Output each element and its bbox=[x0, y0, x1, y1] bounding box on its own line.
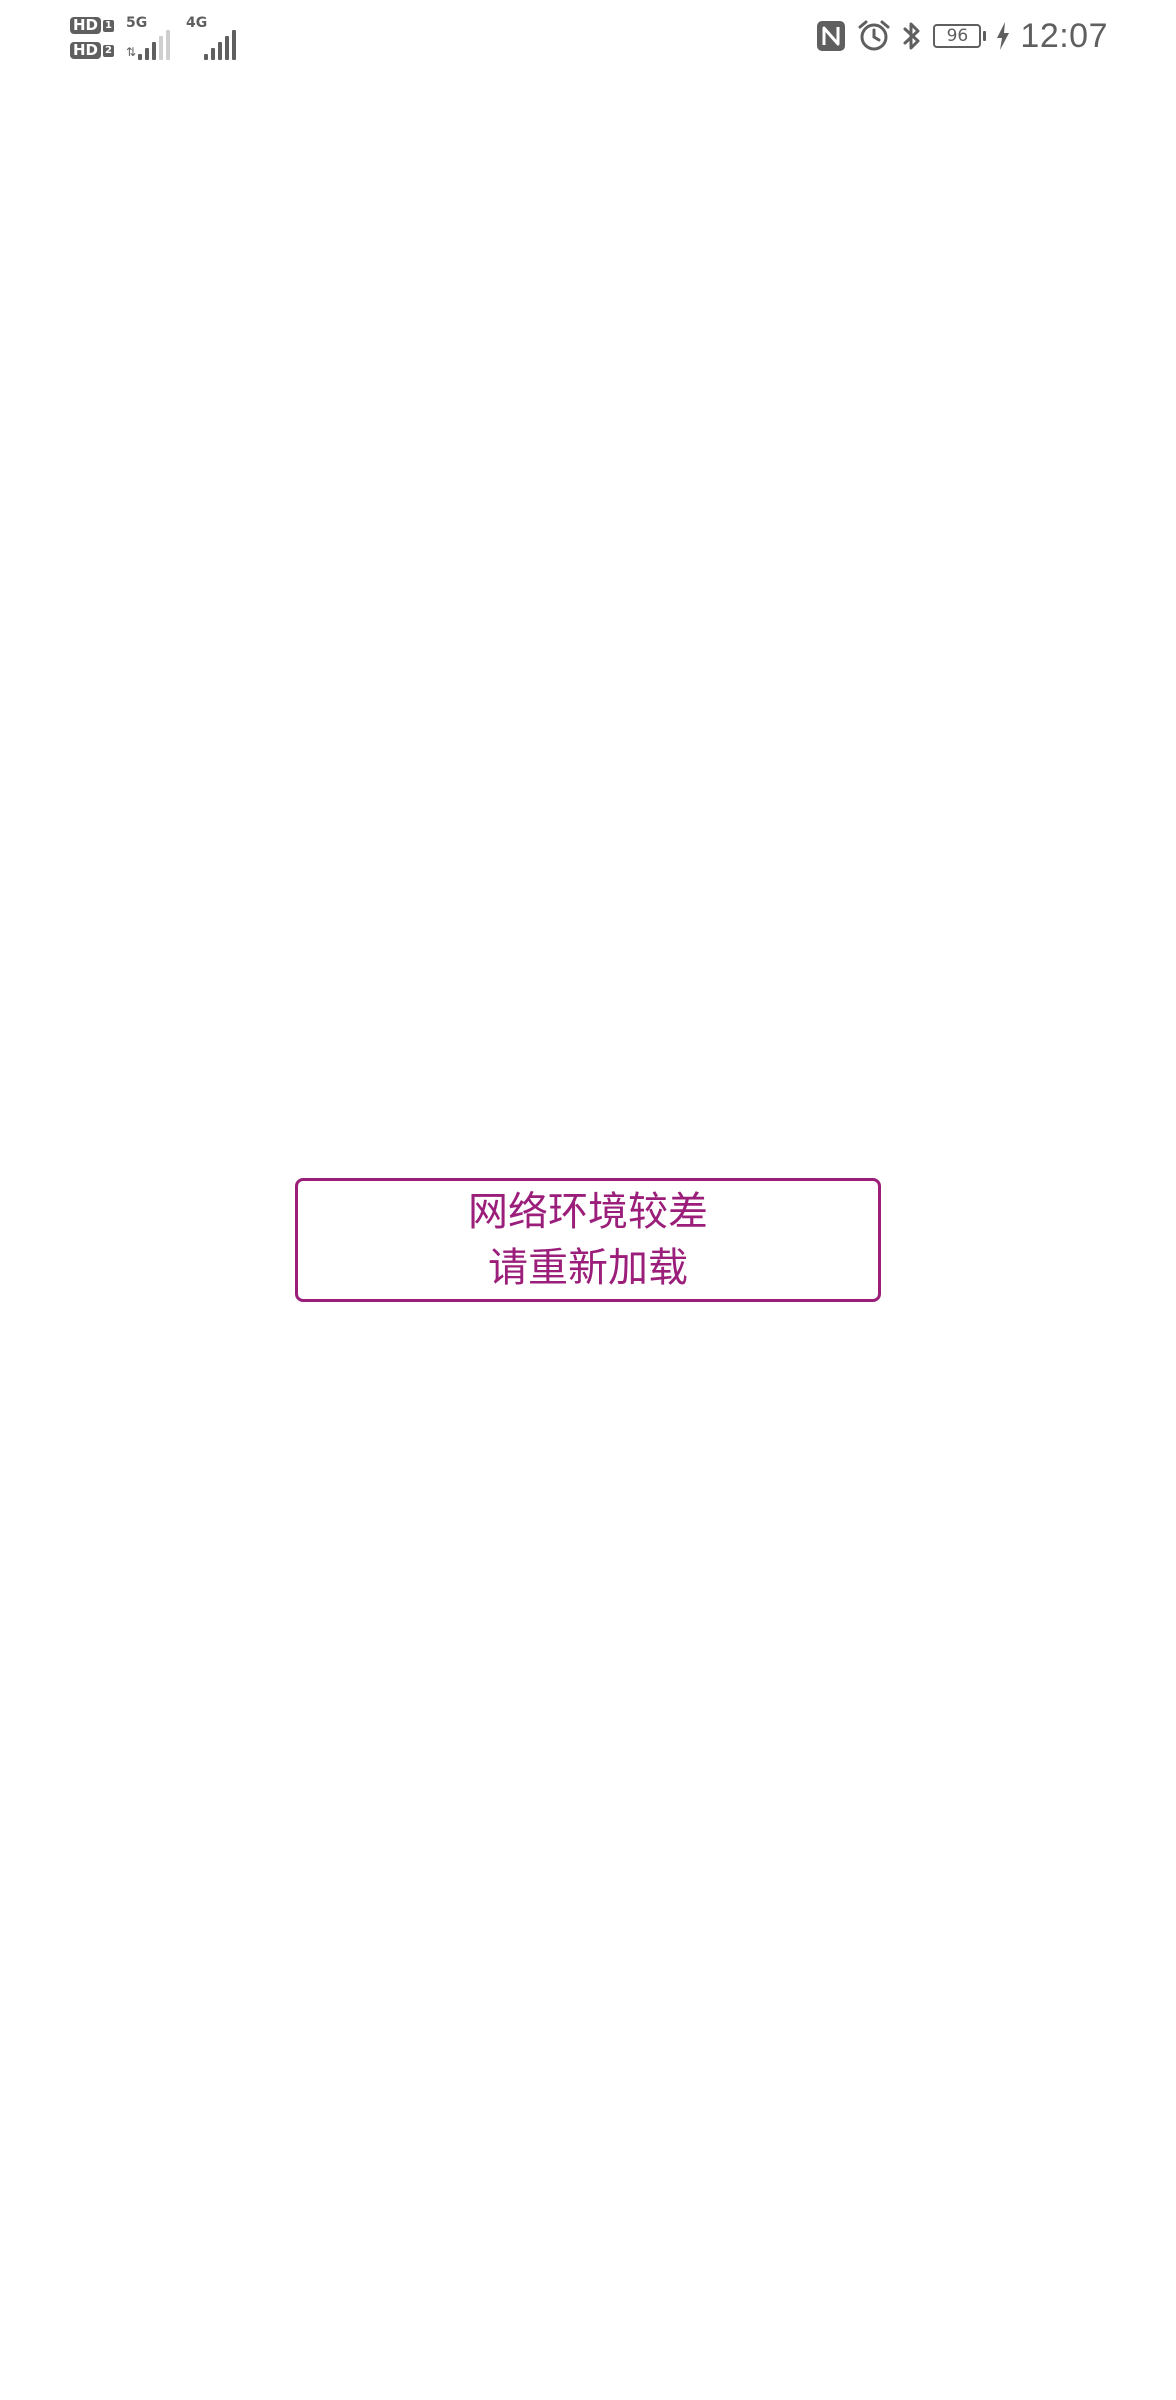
hd-sim1-badge: HD 1 bbox=[70, 17, 114, 34]
sim2-label: 2 bbox=[103, 44, 114, 57]
battery-icon: 96 bbox=[933, 24, 987, 48]
hd-sim2-badge: HD 2 bbox=[70, 42, 114, 59]
status-time: 12:07 bbox=[1020, 16, 1108, 55]
hd-label: HD bbox=[70, 42, 102, 59]
signal-bars-icon bbox=[138, 30, 171, 60]
reload-button[interactable]: 网络环境较差 请重新加载 bbox=[295, 1178, 881, 1302]
charging-icon bbox=[996, 21, 1010, 51]
app-screen: HD 1 HD 2 5G ⇅ 4G 96 12:07 网络环境较差 请重新加载 bbox=[0, 0, 1176, 2400]
status-bar: HD 1 HD 2 5G ⇅ 4G 96 12:07 bbox=[0, 0, 1176, 72]
battery-level: 96 bbox=[933, 24, 982, 48]
status-right: 96 12:07 bbox=[815, 12, 1108, 60]
data-activity-icon: ⇅ bbox=[125, 45, 137, 59]
reload-prompt: 请重新加载 bbox=[488, 1245, 688, 1291]
hd-label: HD bbox=[70, 17, 102, 34]
sim2-signal: 4G bbox=[186, 15, 237, 60]
nfc-icon bbox=[815, 19, 847, 53]
network-type-4g: 4G bbox=[186, 15, 208, 31]
bluetooth-icon bbox=[901, 19, 923, 53]
network-poor-message: 网络环境较差 bbox=[468, 1189, 708, 1235]
status-left: HD 1 HD 2 5G ⇅ 4G bbox=[70, 8, 237, 68]
battery-tip bbox=[983, 31, 987, 41]
alarm-icon bbox=[857, 19, 891, 53]
hd-voice-indicators: HD 1 HD 2 bbox=[70, 17, 114, 59]
signal-bars-icon bbox=[204, 30, 237, 60]
sim1-label: 1 bbox=[103, 19, 114, 32]
sim1-signal: 5G ⇅ bbox=[125, 15, 171, 60]
network-type-5g: 5G bbox=[125, 15, 148, 31]
